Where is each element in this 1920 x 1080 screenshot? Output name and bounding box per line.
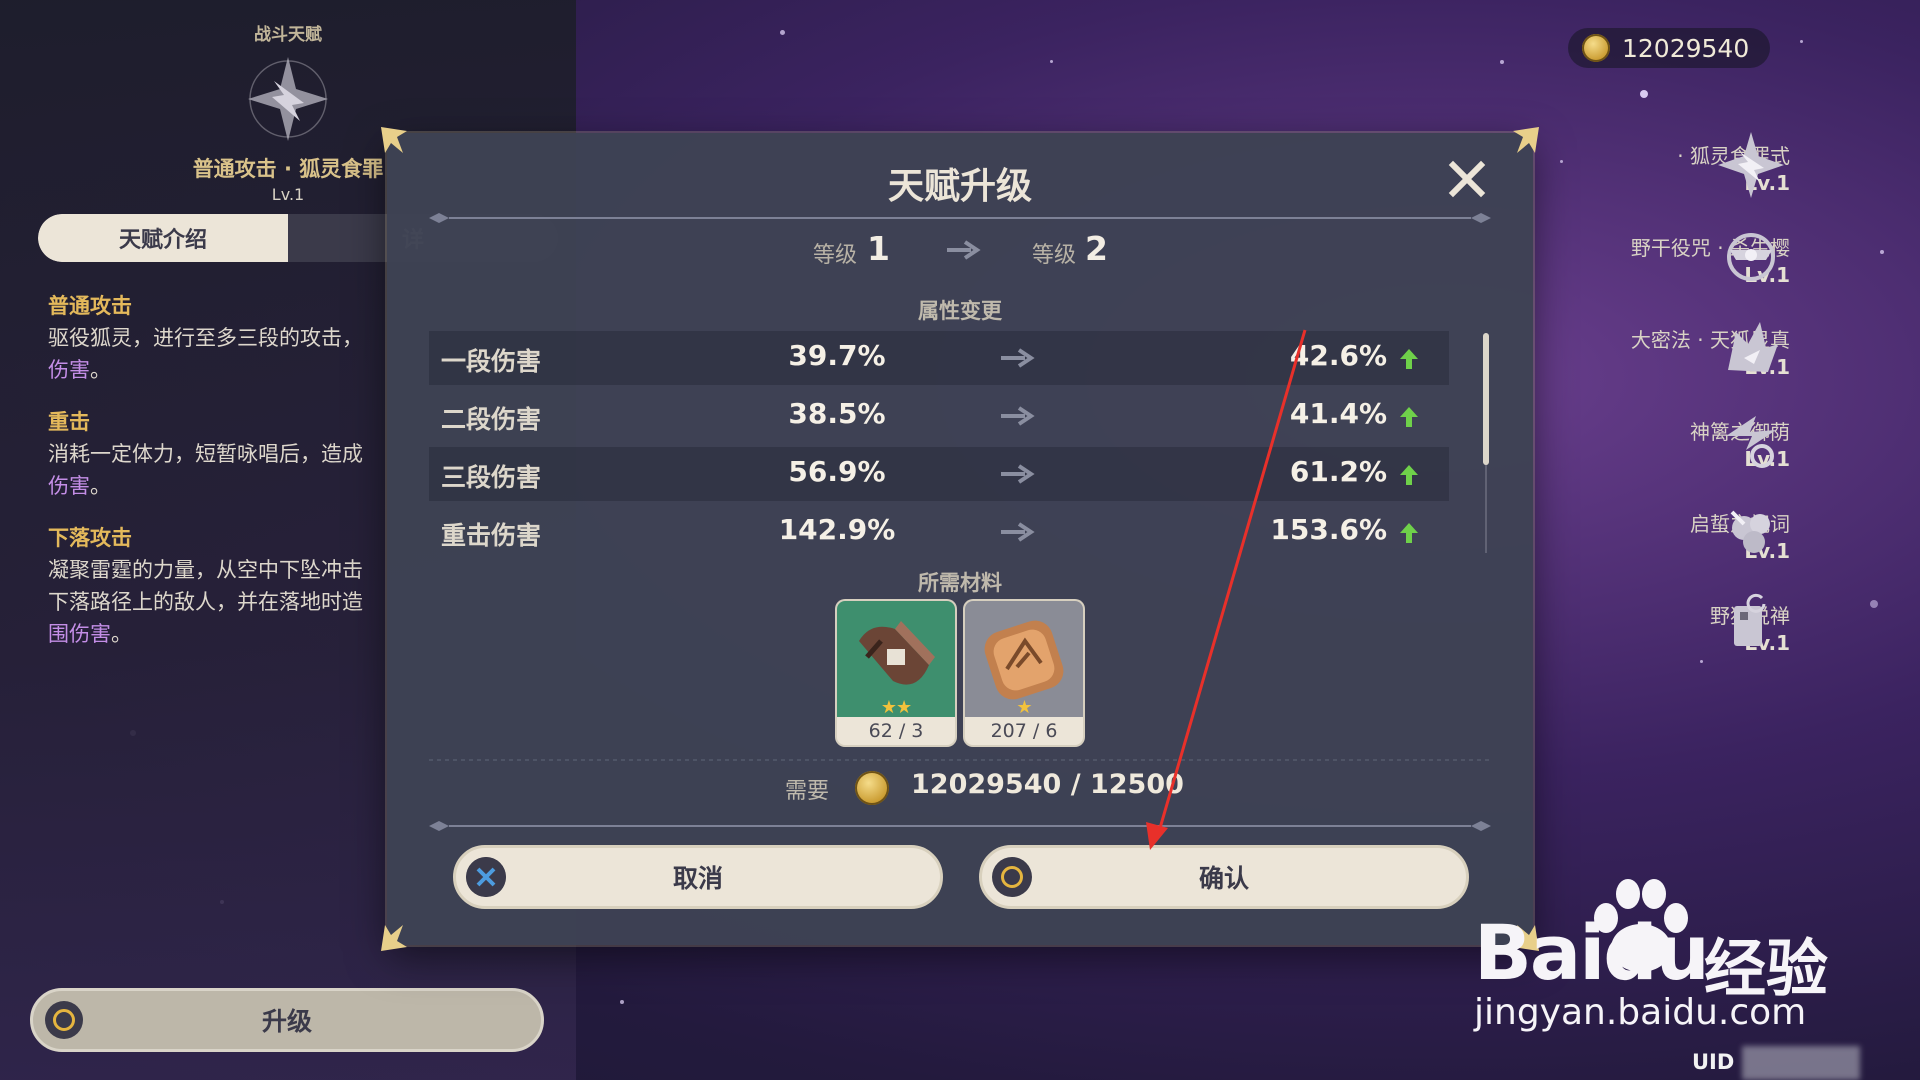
close-icon[interactable] [1447,159,1487,199]
stats-scrollbar[interactable] [1483,333,1489,553]
fox-star-icon [1718,132,1784,198]
divider [429,759,1491,761]
arrow-right-icon [947,240,981,260]
uid-redacted [1742,1046,1860,1080]
mora-required: 12029540 / 12500 [911,769,1184,800]
material-count: 207 / 6 [990,720,1058,742]
celestial-fox-icon [1728,322,1778,372]
stat-row: 重击伤害 142.9% 153.6% [429,505,1449,559]
confirm-button[interactable]: 确认 [979,845,1469,909]
mora-coin-icon [855,771,889,805]
corner-ornament-icon [381,925,407,951]
corner-ornament-icon [1513,127,1539,153]
talent-category: 战斗天赋 [254,25,322,45]
confirm-ring-icon [45,1001,83,1039]
stat-row: 二段伤害 38.5% 41.4% [429,389,1449,443]
cancel-button[interactable]: 取消 [453,845,943,909]
book-icon [1734,593,1766,646]
mora-balance: 12029540 [1568,28,1770,68]
stat-row: 一段伤害 39.7% 42.6% [429,331,1449,385]
arrow-right-icon [1001,522,1035,542]
arrow-up-icon [1400,523,1418,543]
arrow-up-icon [1400,349,1418,369]
talent-upgrade-dialog: 天赋升级 等级 1 等级 2 属性变更 一段伤害 39.7% 42.6% 二段伤… [381,127,1539,951]
corner-ornament-icon [381,127,407,153]
arrow-up-icon [1400,407,1418,427]
arrow-right-icon [1001,348,1035,368]
level-to: 2 [1085,229,1108,268]
sakura-totem-icon [1727,233,1775,281]
cancel-x-icon [466,857,506,897]
material-slot[interactable]: ★★ 62 / 3 [837,601,955,745]
mora-requirement: 需要 12029540 / 12500 [785,769,1184,805]
stat-row: 三段伤害 56.9% 61.2% [429,447,1449,501]
confirm-ring-icon [992,857,1032,897]
materials-title: 所需材料 [918,571,1002,595]
arrow-up-icon [1400,465,1418,485]
level-change: 等级 1 等级 2 [387,229,1533,269]
talent-emblem-icon [248,57,328,141]
attribute-change-title: 属性变更 [918,299,1002,323]
mora-coin-icon [1582,34,1610,62]
level-from: 1 [867,229,890,268]
level-label: 等级 [1032,243,1077,268]
watermark: Baidu 经验 jingyan.baidu.com [1472,876,1872,1036]
divider [429,213,1491,223]
tab-talent-intro[interactable]: 天赋介绍 [38,214,288,262]
arrow-right-icon [1001,464,1035,484]
material-count: 62 / 3 [868,720,924,742]
divider [429,821,1491,831]
arrow-right-icon [1001,406,1035,426]
upgrade-button[interactable]: 升级 [30,988,544,1052]
material-slot[interactable]: ★ 207 / 6 [965,601,1083,745]
level-label: 等级 [813,243,858,268]
shrine-blessing-icon [1726,416,1776,468]
leaf-blessing-icon [1730,510,1770,553]
uid-label: UID [1692,1050,1735,1074]
dialog-title: 天赋升级 [887,166,1032,207]
